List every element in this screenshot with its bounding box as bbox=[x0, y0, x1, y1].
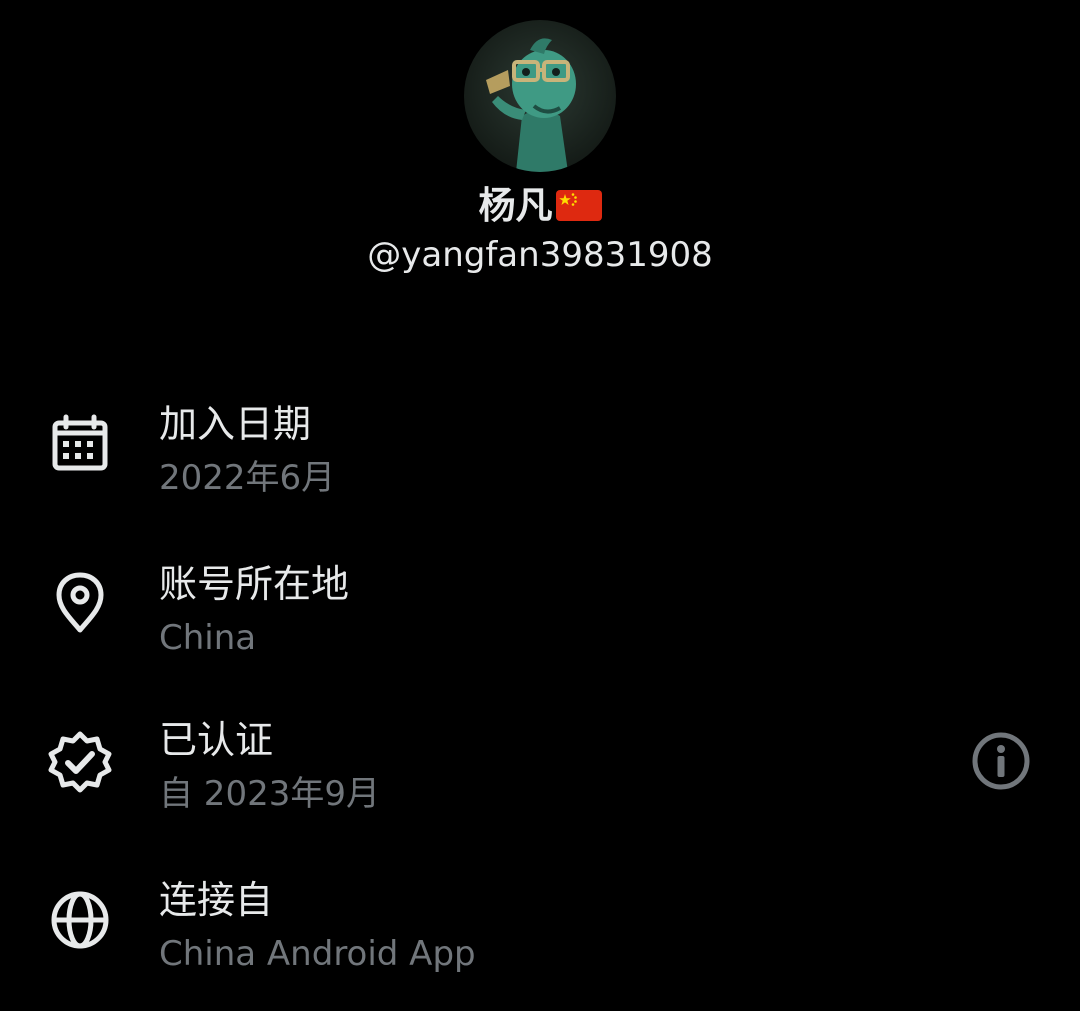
avatar-image bbox=[464, 20, 616, 172]
location-pin-icon bbox=[44, 566, 116, 638]
location-value: China bbox=[159, 618, 257, 658]
user-handle: @yangfan39831908 bbox=[367, 235, 713, 275]
info-row-connected-via: 连接自 China Android App bbox=[0, 872, 1080, 1002]
join-date-label: 加入日期 bbox=[159, 402, 312, 446]
verified-since-value: 自 2023年9月 bbox=[159, 774, 380, 814]
info-row-join-date: 加入日期 2022年6月 bbox=[0, 396, 1080, 526]
info-row-location: 账号所在地 China bbox=[0, 556, 1080, 686]
info-icon[interactable] bbox=[966, 726, 1036, 796]
join-date-value: 2022年6月 bbox=[159, 458, 336, 498]
calendar-icon bbox=[44, 408, 116, 480]
verified-badge-icon bbox=[44, 726, 116, 798]
globe-icon bbox=[44, 884, 116, 956]
avatar[interactable] bbox=[464, 20, 616, 172]
connected-via-value: China Android App bbox=[159, 934, 476, 974]
connected-via-label: 连接自 bbox=[159, 878, 274, 922]
china-flag-icon bbox=[555, 190, 602, 221]
display-name-text: 杨凡 bbox=[478, 184, 553, 227]
display-name: 杨凡 bbox=[0, 178, 1080, 234]
location-label: 账号所在地 bbox=[159, 562, 350, 606]
info-row-verified: 已认证 自 2023年9月 bbox=[0, 712, 1080, 842]
verified-label: 已认证 bbox=[159, 718, 274, 762]
